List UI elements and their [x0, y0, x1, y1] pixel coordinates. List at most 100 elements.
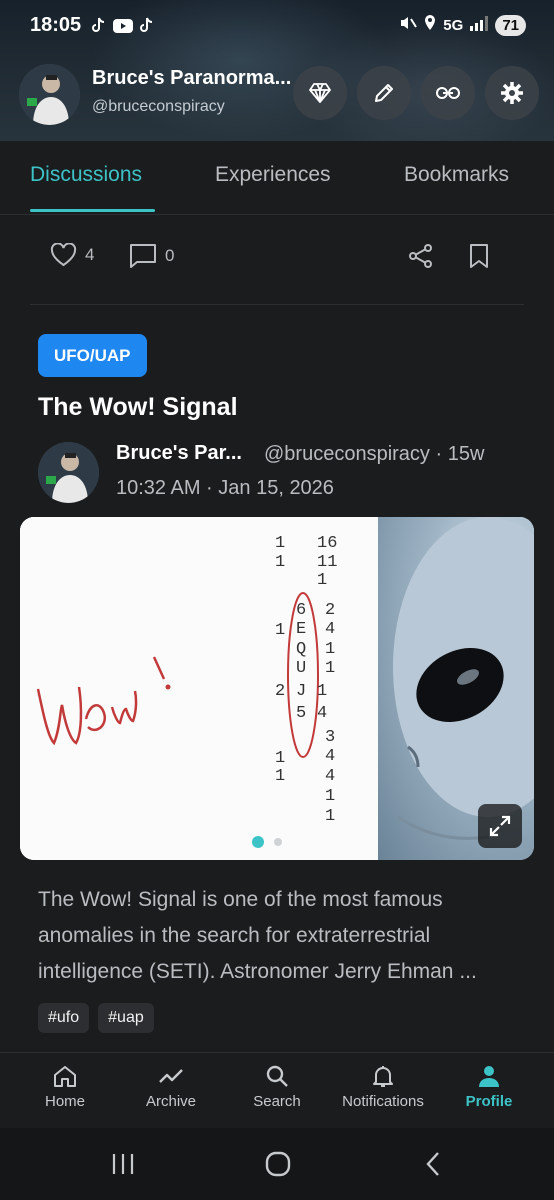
tab-discussions[interactable]: Discussions: [30, 163, 142, 187]
carousel-dot[interactable]: [274, 838, 282, 846]
carousel-dot-active[interactable]: [252, 836, 264, 848]
network-label: 5G: [443, 16, 464, 34]
svg-text:5: 5: [296, 704, 306, 723]
wow-letters: 6: [296, 601, 306, 620]
author-name[interactable]: Bruce's Par...: [116, 442, 242, 465]
battery-indicator: 71: [495, 14, 526, 36]
comment-icon: [130, 244, 156, 268]
svg-text:E: E: [296, 620, 306, 639]
svg-text:4: 4: [325, 747, 335, 766]
share-icon: [409, 244, 432, 268]
comment-button[interactable]: 0: [129, 243, 174, 269]
back-icon: [426, 1152, 439, 1176]
svg-text:2: 2: [275, 682, 285, 701]
nav-archive-label: Archive: [145, 1093, 197, 1110]
nav-home[interactable]: Home: [10, 1063, 120, 1110]
post-image-carousel[interactable]: 1 1 1 2 1 1 16 11 1 2 4 1 1 1 4 3 4 4 1 …: [20, 517, 534, 860]
carousel-pagination: [252, 836, 282, 848]
expand-icon: [489, 815, 511, 837]
svg-text:1: 1: [325, 807, 335, 826]
recent-apps-button[interactable]: [103, 1148, 143, 1180]
svg-text:1: 1: [325, 640, 335, 659]
like-count: 4: [85, 245, 95, 264]
heart-icon: [50, 243, 77, 267]
svg-text:U: U: [296, 659, 306, 678]
post-body-text[interactable]: The Wow! Signal is one of the most famou…: [38, 882, 518, 990]
nav-notifications[interactable]: Notifications: [328, 1063, 438, 1110]
post-timestamp: 10:32 AM · Jan 15, 2026: [116, 477, 334, 499]
nav-search-label: Search: [253, 1093, 301, 1110]
svg-text:1: 1: [317, 571, 327, 590]
active-tab-indicator: [30, 209, 155, 212]
location-icon: [423, 14, 437, 36]
svg-text:1: 1: [275, 621, 285, 640]
settings-button[interactable]: [485, 66, 539, 120]
svg-text:3: 3: [325, 728, 335, 747]
nav-profile[interactable]: Profile: [434, 1063, 544, 1110]
profile-avatar[interactable]: [19, 64, 80, 125]
profile-header: 18:05 5G 71 Bruce's Paranorma... @brucec…: [0, 0, 554, 141]
svg-text:4: 4: [325, 767, 335, 786]
nav-profile-label: Profile: [465, 1093, 513, 1110]
post-tags: #ufo #uap: [38, 1003, 154, 1033]
home-icon: [54, 1066, 76, 1087]
nav-archive[interactable]: Archive: [116, 1063, 226, 1110]
status-time: 18:05: [30, 14, 82, 36]
tiktok-icon: [136, 16, 156, 36]
profile-tabs: Discussions Experiences Bookmarks: [0, 141, 554, 215]
svg-text:J: J: [296, 682, 306, 701]
tab-bookmarks[interactable]: Bookmarks: [404, 163, 509, 187]
printout-column2: 16: [317, 534, 337, 553]
tag-ufo[interactable]: #ufo: [38, 1003, 90, 1033]
search-icon: [266, 1065, 288, 1087]
tag-uap[interactable]: #uap: [98, 1003, 154, 1033]
expand-image-button[interactable]: [478, 804, 522, 848]
svg-text:1: 1: [275, 749, 285, 768]
youtube-icon: [112, 16, 133, 36]
bell-icon: [373, 1066, 393, 1087]
wow-signal-printout-image: 1 1 1 2 1 1 16 11 1 2 4 1 1 1 4 3 4 4 1 …: [20, 517, 378, 860]
nav-search[interactable]: Search: [222, 1063, 332, 1110]
nav-notifications-label: Notifications: [342, 1093, 424, 1110]
svg-text:Q: Q: [296, 640, 306, 659]
profile-handle: @bruceconspiracy: [92, 98, 225, 115]
svg-text:4: 4: [325, 620, 335, 639]
svg-text:1: 1: [325, 659, 335, 678]
svg-text:2: 2: [325, 601, 335, 620]
tab-experiences[interactable]: Experiences: [215, 163, 331, 187]
bottom-navigation: Home Archive Search Notifications Profil…: [0, 1052, 554, 1128]
post-title[interactable]: The Wow! Signal: [38, 393, 238, 422]
share-link-button[interactable]: [421, 66, 475, 120]
home-button[interactable]: [258, 1148, 298, 1180]
status-bar: 18:05 5G 71: [0, 0, 554, 52]
mute-icon: [399, 14, 418, 36]
bookmark-button[interactable]: [468, 243, 490, 269]
share-button[interactable]: [408, 243, 434, 269]
status-indicators: 5G 71: [399, 14, 526, 36]
premium-button[interactable]: [293, 66, 347, 120]
profile-name: Bruce's Paranorma...: [92, 67, 292, 89]
nav-home-label: Home: [44, 1093, 85, 1110]
person-icon: [479, 1066, 499, 1087]
back-button[interactable]: [413, 1148, 453, 1180]
pencil-icon: [375, 84, 393, 102]
svg-text:1: 1: [275, 553, 285, 572]
chart-line-icon: [159, 1069, 183, 1083]
svg-text:1: 1: [317, 682, 327, 701]
system-navigation-bar: [0, 1128, 554, 1200]
svg-text:4: 4: [317, 704, 327, 723]
tiktok-icon: [88, 16, 108, 36]
previous-post-actions: 4 0: [0, 215, 554, 305]
svg-text:1: 1: [275, 767, 285, 786]
gear-icon: [501, 82, 523, 104]
edit-profile-button[interactable]: [357, 66, 411, 120]
printout-column1: 1: [275, 534, 285, 553]
svg-text:1: 1: [325, 787, 335, 806]
author-avatar[interactable]: [38, 442, 99, 503]
recent-apps-icon: [112, 1154, 134, 1174]
like-button[interactable]: 4: [50, 243, 94, 267]
author-handle-age: @bruceconspiracy · 15w: [264, 443, 485, 465]
bookmark-icon: [470, 244, 488, 268]
category-badge[interactable]: UFO/UAP: [38, 334, 147, 377]
comment-count: 0: [165, 246, 175, 265]
